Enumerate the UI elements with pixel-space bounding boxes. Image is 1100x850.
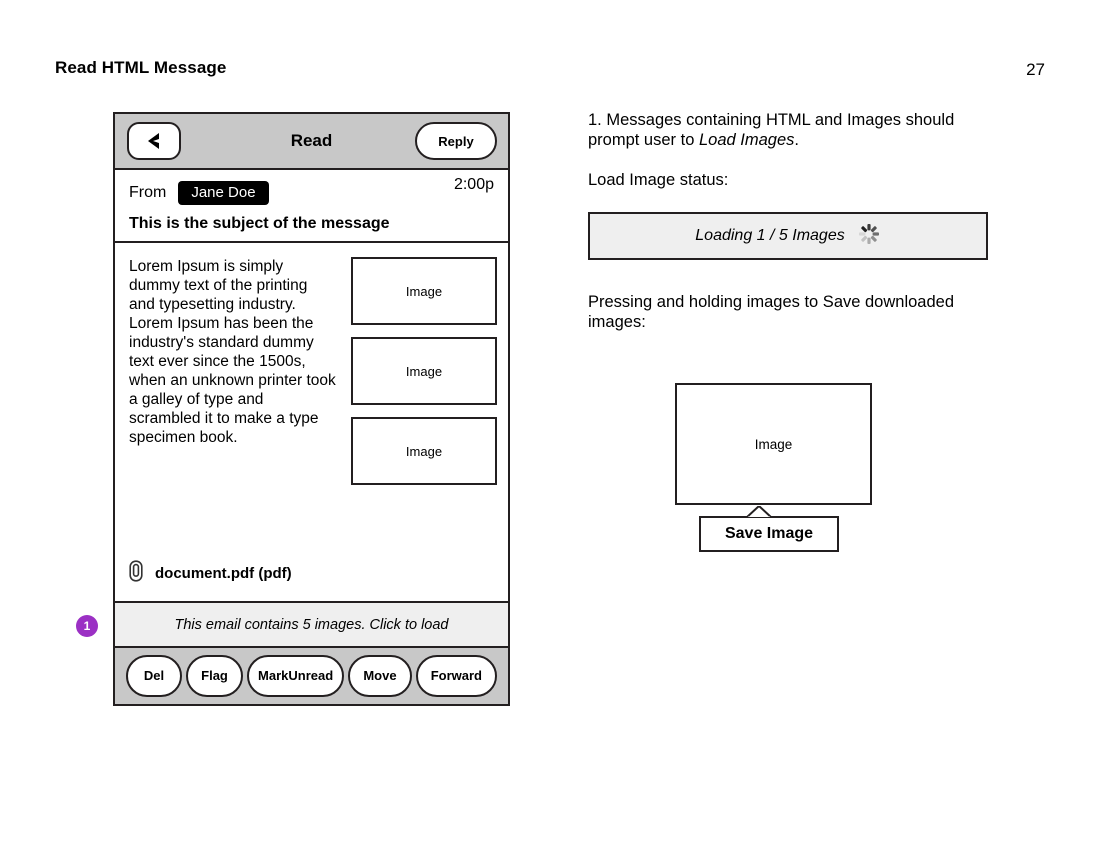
loading-spinner-icon [857, 222, 881, 251]
annotation-note-1: 1. Messages containing HTML and Images s… [588, 110, 988, 150]
mark-unread-button[interactable]: Mark Unread [247, 655, 345, 697]
callout-notch-icon [746, 505, 772, 517]
reply-button[interactable]: Reply [415, 122, 497, 160]
forward-button[interactable]: Forward [415, 655, 497, 697]
message-header: From Jane Doe 2:00p This is the subject … [115, 170, 508, 243]
message-time: 2:00p [453, 176, 494, 193]
annotation-marker-1: 1 [76, 615, 98, 637]
sender-badge[interactable]: Jane Doe [178, 181, 269, 205]
message-subject: This is the subject of the message [129, 215, 390, 232]
load-image-status-text: Loading 1 / 5 Images [695, 227, 845, 244]
chevron-left-icon [145, 131, 163, 151]
load-images-notice[interactable]: This email contains 5 images. Click to l… [115, 603, 508, 648]
page-title: Read HTML Message [55, 58, 227, 77]
back-button[interactable] [127, 122, 181, 160]
load-image-status-label: Load Image status: [588, 171, 729, 189]
inline-image-list: Image Image Image [351, 257, 497, 497]
bottom-toolbar: Del Flag Mark Unread Move Forward [115, 648, 508, 704]
flag-button[interactable]: Flag [186, 655, 243, 697]
annotation-note-1-emphasis: Load Images [698, 131, 795, 149]
paperclip-icon [129, 560, 143, 587]
message-body-text: Lorem Ipsum is simply dummy text of the … [129, 258, 336, 446]
downloaded-image-placeholder[interactable]: Image [675, 383, 872, 505]
save-image-button[interactable]: Save Image [699, 516, 839, 552]
delete-button[interactable]: Del [126, 655, 182, 697]
inline-image-placeholder[interactable]: Image [351, 257, 497, 325]
attachment-row[interactable]: document.pdf (pdf) [129, 560, 292, 587]
save-image-callout: Save Image [699, 505, 839, 552]
move-button[interactable]: Move [348, 655, 412, 697]
annotation-note-2: Pressing and holding images to Save down… [588, 293, 954, 331]
save-image-demo: Image Save Image [675, 383, 872, 552]
message-body: Lorem Ipsum is simply dummy text of the … [115, 243, 508, 603]
phone-mockup: Read Reply From Jane Doe 2:00p This is t… [113, 112, 510, 706]
inline-image-placeholder[interactable]: Image [351, 417, 497, 485]
annotations-column: 1. Messages containing HTML and Images s… [588, 110, 988, 332]
from-row: From Jane Doe 2:00p [129, 176, 494, 206]
mark-unread-line-2: Unread [288, 668, 334, 683]
attachment-name: document.pdf (pdf) [155, 565, 292, 582]
from-label: From [129, 184, 167, 201]
inline-image-placeholder[interactable]: Image [351, 337, 497, 405]
mark-unread-line-1: Mark [258, 668, 289, 683]
load-image-status-box: Loading 1 / 5 Images [588, 212, 988, 260]
annotation-note-1-suffix: . [794, 131, 799, 149]
page-number: 27 [1026, 60, 1045, 79]
nav-bar: Read Reply [115, 114, 508, 170]
